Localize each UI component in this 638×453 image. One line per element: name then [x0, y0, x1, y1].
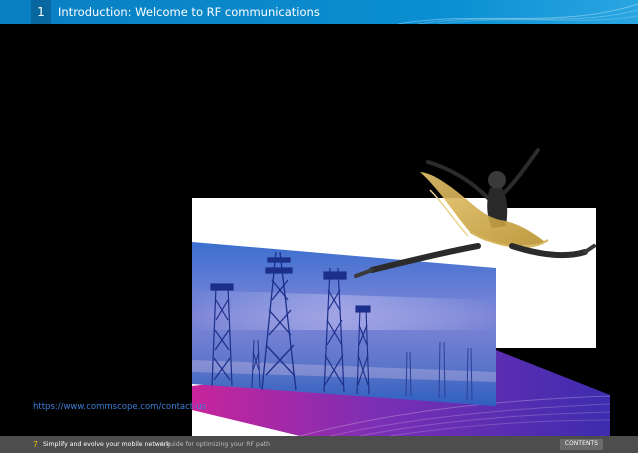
contents-button[interactable]: CONTENTS [560, 439, 603, 450]
contact-us-link[interactable]: https://www.commscope.com/contact-us [33, 402, 206, 412]
page-number: 7 [33, 440, 38, 449]
cell-tower-band [192, 242, 496, 406]
page-footer: 7 Simplify and evolve your mobile networ… [0, 436, 638, 453]
document-subtitle: A guide for optimizing your RF path [160, 441, 271, 448]
hero-illustration [192, 148, 611, 437]
document-title: Simplify and evolve your mobile network [43, 441, 170, 448]
ballet-dancer-figure [354, 148, 596, 278]
